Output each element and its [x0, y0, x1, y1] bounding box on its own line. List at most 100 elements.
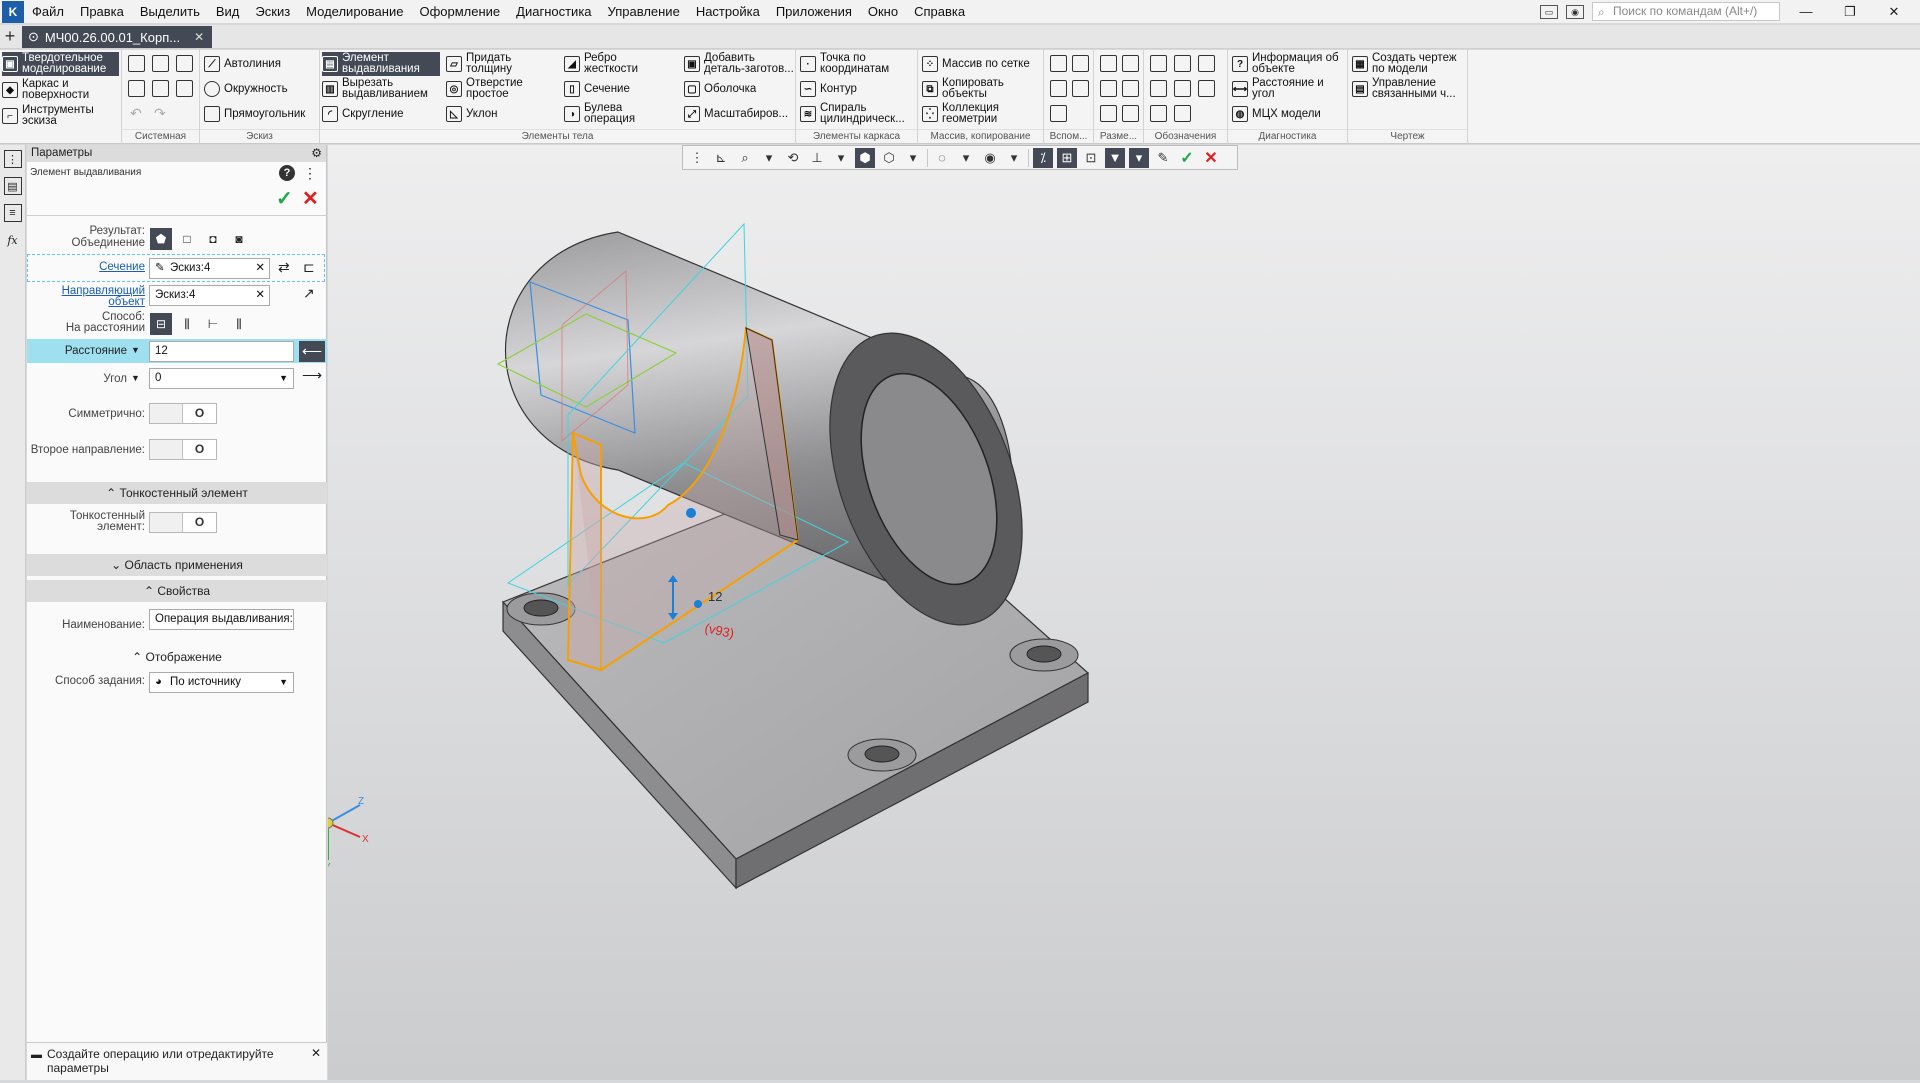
camera-icon[interactable]: ◉ [1566, 4, 1584, 19]
mode-sketch-tools[interactable]: ⌐ Инструменты эскиза [2, 104, 119, 128]
base-icon[interactable] [1198, 55, 1215, 72]
guide-link[interactable]: Направляющий объект [27, 285, 145, 308]
tree-view-icon[interactable]: ⋮ [303, 165, 317, 182]
new-tab-button[interactable]: + [0, 26, 20, 48]
boolean-button[interactable]: ◑ Булева операция [564, 102, 674, 126]
menu-file[interactable]: Файл [24, 0, 72, 24]
linear-dim-icon[interactable] [1100, 55, 1117, 72]
spec-select[interactable]: ◕ По источнику ▼ [149, 672, 294, 693]
result-new-body-option[interactable]: □ [176, 228, 198, 250]
redo-icon[interactable]: ↷ [154, 105, 166, 122]
model-canvas[interactable]: 12 (v93) Z X Y [322, 145, 1920, 1080]
diameter-dim-icon[interactable] [1122, 80, 1139, 97]
rectangle-button[interactable]: Прямоугольник [204, 102, 305, 126]
reverse-icon[interactable]: ⇄ [278, 259, 290, 276]
object-info-button[interactable]: ? Информация об объекте [1232, 52, 1346, 76]
menu-help[interactable]: Справка [906, 0, 973, 24]
point-coords-button[interactable]: · Точка по координатам [800, 52, 916, 76]
snap-icon[interactable]: ⁒ [1033, 147, 1053, 168]
chevron-down-icon[interactable]: ▾ [759, 148, 779, 168]
model-viewport[interactable]: 12 (v93) Z X Y [322, 145, 1920, 1080]
leader-icon[interactable] [1150, 55, 1167, 72]
dimension-value[interactable]: 12 [708, 589, 722, 604]
menu-apps[interactable]: Приложения [768, 0, 860, 24]
preview-icon[interactable] [152, 80, 169, 97]
ok-icon[interactable]: ✓ [276, 186, 293, 211]
help-icon[interactable]: ? [279, 165, 295, 181]
aux-point-icon[interactable] [1050, 80, 1067, 97]
menu-window[interactable]: Окно [860, 0, 906, 24]
table-icon[interactable] [1150, 105, 1167, 122]
variables-icon[interactable]: fx [4, 231, 22, 249]
hide-icon[interactable]: ◌ [932, 148, 952, 168]
shell-button[interactable]: ▢ Оболочка [684, 77, 756, 101]
autoline-button[interactable]: ⟋ Автолиния [204, 52, 281, 76]
thin-section-header[interactable]: ⌃ Тонкостенный элемент [27, 482, 327, 504]
create-drawing-button[interactable]: ▦ Создать чертеж по модели [1352, 52, 1466, 76]
layout-icon[interactable]: ▭ [1540, 4, 1558, 19]
chevron-down-icon[interactable]: ▾ [1129, 147, 1149, 168]
props-section-header[interactable]: ⌃ Свойства [27, 580, 327, 602]
direction-icon[interactable]: ⟵ [299, 341, 325, 362]
linked-drawings-button[interactable]: ▤ Управление связанными ч... [1352, 77, 1466, 101]
grid-array-button[interactable]: ⁘ Массив по сетке [922, 52, 1030, 76]
print-icon[interactable] [128, 80, 145, 97]
copy-objects-button[interactable]: ⧉ Копировать объекты [922, 77, 1042, 101]
spiral-button[interactable]: ≋ Спираль цилиндрическ... [800, 102, 916, 126]
rotate-icon[interactable]: ⟲ [783, 148, 803, 168]
result-union-option[interactable]: ⬟ [150, 228, 172, 250]
cut-extrude-button[interactable]: ▥ Вырезать выдавливанием [322, 77, 440, 101]
method-to-surface-option[interactable]: ⫼ [228, 313, 250, 335]
params-icon[interactable]: ▤ [3, 177, 22, 195]
clear-guide-icon[interactable]: ✕ [255, 286, 265, 305]
section-field[interactable]: ✎ Эскиз:4 ✕ [149, 258, 270, 279]
tree-icon[interactable]: ⋮ [3, 150, 22, 168]
aux-plane-icon[interactable] [1050, 55, 1067, 72]
aux-axis-icon[interactable] [1072, 55, 1089, 72]
draft-button[interactable]: ◺ Уклон [446, 102, 498, 126]
menu-manage[interactable]: Управление [600, 0, 688, 24]
guide-field[interactable]: Эскиз:4 ✕ [149, 285, 270, 306]
menu-diagnostics[interactable]: Диагностика [508, 0, 599, 24]
shaded-icon[interactable]: ⬢ [855, 147, 875, 168]
rib-button[interactable]: ◢ Ребро жесткости [564, 52, 674, 76]
distance-dropdown-icon[interactable]: ▼ [131, 345, 140, 355]
cs-icon[interactable]: ⊾ [711, 148, 731, 168]
cancel-icon[interactable]: ✕ [302, 186, 319, 211]
distance-input[interactable]: 12 [149, 341, 294, 362]
save-all-icon[interactable] [176, 80, 193, 97]
weld-icon[interactable] [1174, 80, 1191, 97]
chevron-down-icon[interactable]: ▾ [1004, 148, 1024, 168]
arrow-icon[interactable]: ↗ [303, 285, 315, 302]
contour-button[interactable]: ∽ Контур [800, 77, 857, 101]
add-blank-button[interactable]: ▣ Добавить деталь-заготов... [684, 52, 796, 76]
zoom-icon[interactable]: ⌕ [735, 148, 755, 168]
new-doc-icon[interactable] [128, 55, 145, 72]
chevron-down-icon[interactable]: ▾ [903, 148, 923, 168]
filter-icon[interactable]: ▼ [1105, 147, 1125, 168]
scale-button[interactable]: ⤢ Масштабиров... [684, 102, 788, 126]
menu-select[interactable]: Выделить [132, 0, 208, 24]
layers-icon[interactable]: ≡ [3, 204, 22, 222]
close-status-icon[interactable]: ✕ [311, 1046, 321, 1060]
position-icon[interactable] [1174, 105, 1191, 122]
filter-objects-icon[interactable]: ⊞ [1057, 147, 1077, 168]
angle-dropdown-icon[interactable]: ▼ [131, 373, 140, 383]
angle-select[interactable]: 0 ▼ [149, 368, 294, 389]
symmetric-toggle[interactable]: O [149, 403, 217, 424]
collection-button[interactable]: ⁛ Коллекция геометрии [922, 102, 1042, 126]
gear-icon[interactable]: ⚙ [311, 145, 322, 162]
result-intersect-option[interactable]: ◙ [228, 228, 250, 250]
mode-solid[interactable]: ▣ Твердотельное моделирование [2, 52, 119, 76]
section-button[interactable]: ▯ Сечение [564, 77, 630, 101]
result-subtract-option[interactable]: ◘ [202, 228, 224, 250]
menu-edit[interactable]: Правка [72, 0, 132, 24]
open-icon[interactable] [152, 55, 169, 72]
select-sketch-icon[interactable]: ⊏ [303, 259, 315, 276]
thin-toggle[interactable]: O [149, 512, 217, 533]
command-search[interactable]: ⌕ Поиск по командам (Alt+/) [1592, 2, 1780, 21]
mass-props-button[interactable]: ◍ МЦХ модели [1232, 102, 1321, 126]
mark-icon[interactable] [1198, 80, 1215, 97]
wireframe-icon[interactable]: ⬡ [879, 148, 899, 168]
menu-modeling[interactable]: Моделирование [298, 0, 411, 24]
